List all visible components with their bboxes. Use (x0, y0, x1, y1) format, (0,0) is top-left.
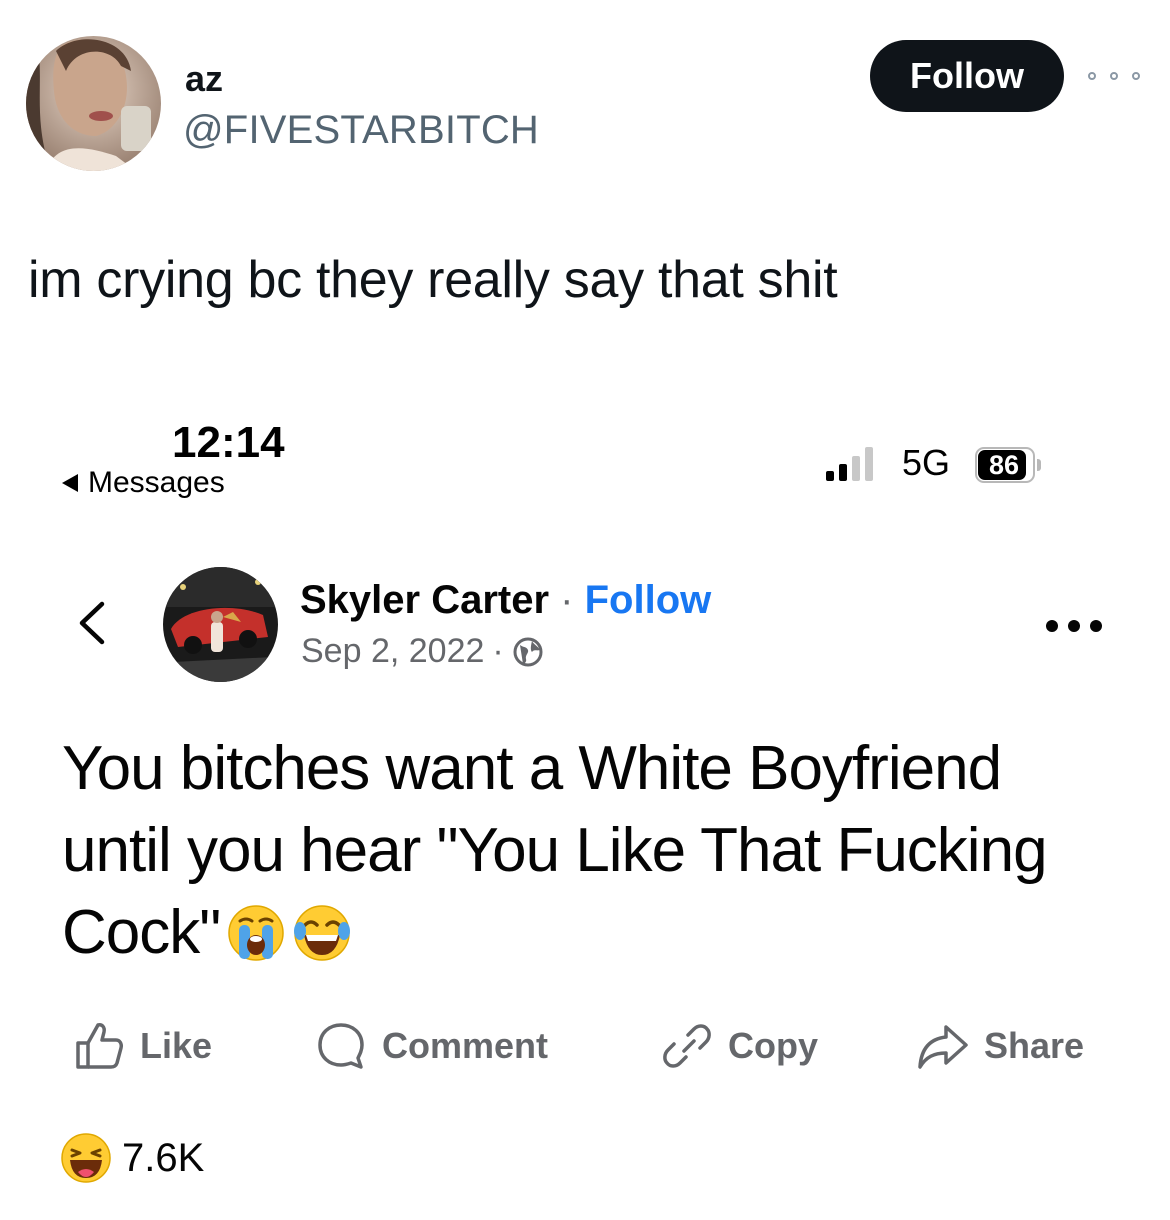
share-label: Share (984, 1025, 1085, 1066)
author-handle[interactable]: @FIVESTARBITCH (183, 108, 539, 153)
post-date[interactable]: Sep 2, 2022 (301, 632, 484, 671)
copy-link-button[interactable]: Copy (660, 1016, 818, 1076)
more-options-icon[interactable] (1088, 62, 1140, 90)
face-with-tears-of-joy-icon (294, 905, 351, 961)
thumbs-up-icon (76, 1023, 123, 1069)
comment-label: Comment (382, 1025, 549, 1066)
like-button[interactable]: Like (72, 1016, 212, 1076)
post-text: You bitches want a White Boyfriend until… (62, 728, 1122, 974)
dot (1088, 72, 1096, 80)
network-type: 5G (902, 442, 951, 483)
reaction-count: 7.6K (122, 1135, 205, 1180)
post-text-body: You bitches want a White Boyfriend until… (62, 734, 1048, 967)
link-icon (663, 1024, 711, 1068)
like-label: Like (140, 1025, 213, 1066)
separator-dot: · (492, 632, 504, 670)
battery-level: 86 (988, 450, 1020, 480)
author-name[interactable]: az (185, 58, 223, 100)
back-label: Messages (88, 466, 225, 499)
share-button[interactable]: Share (916, 1016, 1084, 1076)
separator-dot: · (560, 578, 574, 622)
reaction-summary[interactable]: 7.6K (60, 1132, 204, 1184)
post-meta: Sep 2, 2022 · (301, 632, 544, 671)
back-triangle-icon (62, 474, 78, 492)
battery-icon: 86 (975, 447, 1041, 483)
share-arrow-icon (918, 1025, 968, 1069)
copy-label: Copy (728, 1025, 818, 1066)
messages-back-link: Messages (62, 466, 225, 500)
signal-icon (826, 447, 873, 481)
follow-button[interactable]: Follow (870, 40, 1064, 112)
chevron-left-icon[interactable] (76, 600, 108, 646)
status-time: 12:14 (172, 418, 285, 467)
tweet-text: im crying bc they really say that shit (28, 251, 838, 309)
post-more-options-icon[interactable] (1046, 618, 1102, 634)
comment-icon (318, 1023, 364, 1069)
dot (1110, 72, 1118, 80)
haha-reaction-icon (61, 1133, 111, 1183)
post-header: Skyler Carter · Follow (300, 578, 711, 623)
dot (1132, 72, 1140, 80)
comment-button[interactable]: Comment (314, 1016, 548, 1076)
loudly-crying-face-icon (228, 905, 285, 961)
post-follow-link[interactable]: Follow (585, 578, 712, 622)
globe-icon (513, 637, 543, 666)
author-avatar[interactable] (26, 36, 161, 171)
post-author-avatar[interactable] (163, 567, 278, 682)
post-author-name[interactable]: Skyler Carter (300, 578, 549, 622)
